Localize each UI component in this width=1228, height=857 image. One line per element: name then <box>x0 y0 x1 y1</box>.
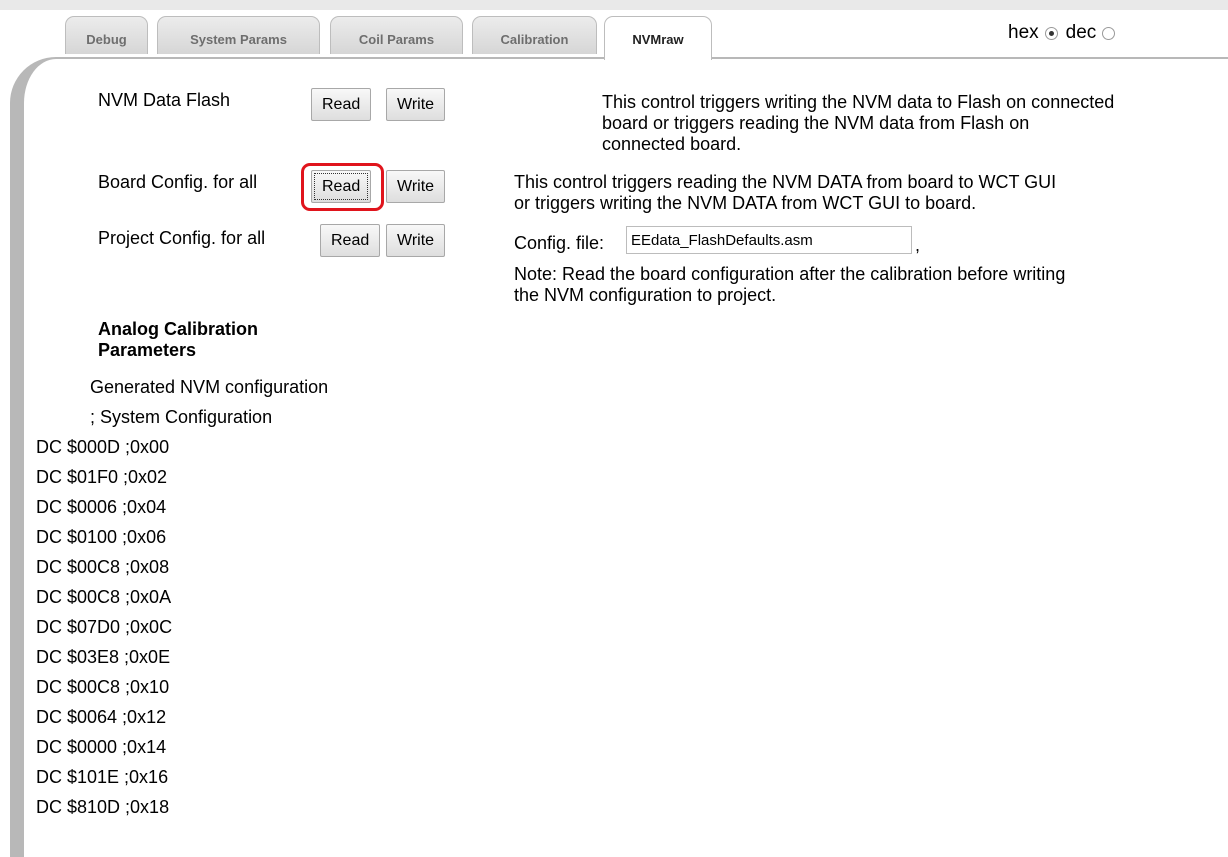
dec-label: dec <box>1065 22 1097 43</box>
board-config-desc-2: or triggers writing the NVM DATA from WC… <box>514 193 977 213</box>
nvm-config-line: DC $00C8 ;0x0A <box>36 587 172 607</box>
nvm-config-line: DC $0100 ;0x06 <box>36 527 167 547</box>
board-config-write-button[interactable]: Write <box>386 170 446 203</box>
tab-coil-params[interactable]: Coil Params <box>330 16 463 54</box>
unit-selector: hex dec <box>1008 22 1119 44</box>
analog-title-2: Parameters <box>98 340 197 360</box>
nvm-config-line: DC $07D0 ;0x0C <box>36 617 173 637</box>
analog-title-1: Analog Calibration <box>98 319 259 339</box>
nvm-flash-desc-1: This control triggers writing the NVM da… <box>602 92 1115 112</box>
nvm-config-line: DC $101E ;0x16 <box>36 767 169 787</box>
nvm-config-line: DC $000D ;0x00 <box>36 437 170 457</box>
project-config-note-1: Note: Read the board configuration after… <box>514 264 1066 284</box>
top-edge <box>0 0 1228 10</box>
nvm-config-line: DC $0064 ;0x12 <box>36 707 167 727</box>
generated-nvm-label: Generated NVM configuration <box>90 377 329 397</box>
config-file-input[interactable] <box>626 226 912 254</box>
nvm-config-line: DC $0006 ;0x04 <box>36 497 167 517</box>
system-config-label: ; System Configuration <box>90 407 273 427</box>
board-config-label: Board Config. for all <box>98 172 258 192</box>
nvm-config-line: DC $01F0 ;0x02 <box>36 467 168 487</box>
nvm-flash-desc-2: board or triggers reading the NVM data f… <box>602 113 1030 133</box>
dec-radio[interactable] <box>1102 26 1116 40</box>
nvm-config-line: DC $03E8 ;0x0E <box>36 647 171 667</box>
nvm-flash-read-button[interactable]: Read <box>311 88 372 121</box>
project-config-read-button[interactable]: Read <box>320 224 381 257</box>
tab-calibration[interactable]: Calibration <box>472 16 597 54</box>
config-file-comma: , <box>915 235 921 255</box>
board-config-desc-1: This control triggers reading the NVM DA… <box>514 172 1057 192</box>
hex-radio[interactable] <box>1044 26 1058 40</box>
nvm-config-line: DC $00C8 ;0x10 <box>36 677 170 697</box>
tab-debug[interactable]: Debug <box>65 16 148 54</box>
config-file-label: Config. file: <box>514 233 605 253</box>
nvm-config-line: DC $810D ;0x18 <box>36 797 170 817</box>
tab-nvmraw[interactable]: NVMraw <box>604 16 712 60</box>
project-config-label: Project Config. for all <box>98 228 266 248</box>
nvm-flash-desc-3: connected board. <box>602 134 742 154</box>
project-config-write-button[interactable]: Write <box>386 224 446 257</box>
nvm-config-line: DC $00C8 ;0x08 <box>36 557 170 577</box>
nvm-flash-label: NVM Data Flash <box>98 90 231 110</box>
tab-system-params[interactable]: System Params <box>157 16 320 54</box>
hex-label: hex <box>1008 22 1039 43</box>
read-button-highlight <box>301 163 384 211</box>
nvm-flash-write-button[interactable]: Write <box>386 88 446 121</box>
project-config-note-2: the NVM configuration to project. <box>514 285 777 305</box>
nvm-config-line: DC $0000 ;0x14 <box>36 737 167 757</box>
